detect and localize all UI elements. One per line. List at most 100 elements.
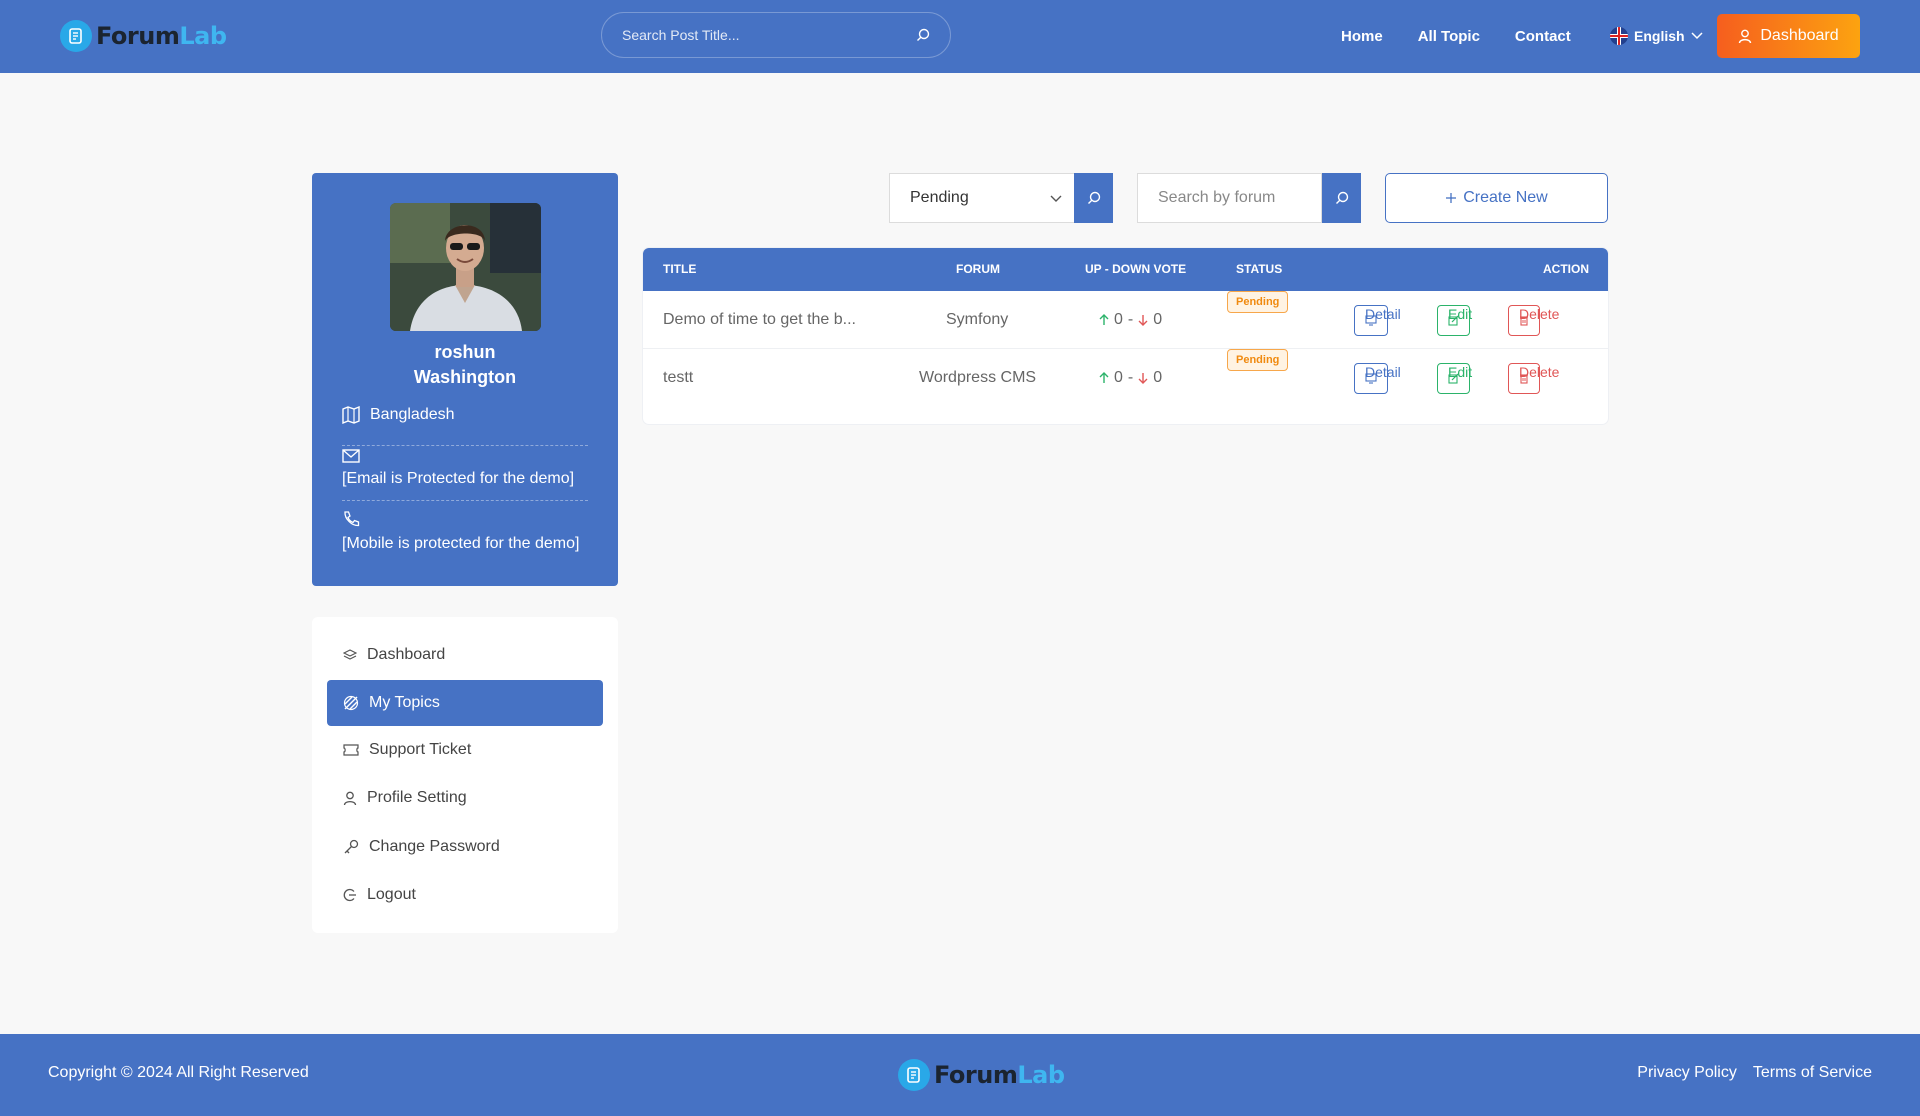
downvote-count: 0 [1153, 369, 1163, 386]
profile-mobile: [Mobile is protected for the demo] [342, 510, 588, 560]
logout-icon [343, 888, 356, 902]
user-icon [1739, 29, 1752, 43]
language-label: English [1634, 28, 1685, 44]
footer-logo[interactable]: ForumLab [898, 1059, 1065, 1091]
ticket-icon [343, 744, 359, 756]
site-footer: Copyright © 2024 All Right Reserved Foru… [0, 1034, 1920, 1116]
topic-votes: 0 - 0 [1099, 291, 1162, 349]
menu-item-profile-setting[interactable]: Profile Setting [327, 775, 603, 821]
nav-contact[interactable]: Contact [1515, 28, 1571, 45]
delete-label: Delete [1519, 306, 1560, 322]
menu-label: Support Ticket [369, 741, 472, 758]
copyright-text: Copyright © 2024 All Right Reserved [48, 1064, 309, 1081]
privacy-policy-link[interactable]: Privacy Policy [1637, 1064, 1737, 1082]
phone-icon [344, 511, 360, 527]
upvote-count: 0 [1114, 369, 1123, 386]
dashboard-menu: Dashboard My Topics Support Ticket Profi… [312, 617, 618, 933]
menu-item-dashboard[interactable]: Dashboard [327, 632, 603, 678]
key-icon [344, 839, 359, 854]
logo-text: ForumLab [934, 1061, 1065, 1089]
delete-button[interactable]: Delete [1508, 305, 1559, 336]
search-icon[interactable] [916, 28, 930, 42]
header-status: STATUS [1236, 262, 1283, 276]
edit-button[interactable]: Edit [1437, 363, 1473, 394]
delete-button[interactable]: Delete [1508, 363, 1559, 394]
topic-votes: 0 - 0 [1099, 349, 1162, 407]
profile-first-name: roshun [434, 342, 496, 362]
upvote-count: 0 [1114, 311, 1123, 328]
topic-forum: Wordpress CMS [919, 369, 1037, 386]
uk-flag-icon [1610, 27, 1628, 45]
logo-text: ForumLab [96, 22, 227, 50]
layers-icon [343, 649, 357, 660]
user-icon [343, 791, 357, 805]
nav-home[interactable]: Home [1341, 28, 1383, 45]
header-search [601, 12, 951, 58]
profile-country: Bangladesh [342, 406, 588, 446]
menu-item-my-topics[interactable]: My Topics [327, 680, 603, 726]
email-text: [Email is Protected for the demo] [342, 470, 575, 487]
status-filter-value: Pending [910, 189, 969, 206]
terms-of-service-link[interactable]: Terms of Service [1753, 1064, 1872, 1082]
search-icon [1087, 191, 1100, 204]
menu-label: Dashboard [367, 646, 446, 663]
footer-links: Privacy Policy Terms of Service [1637, 1064, 1872, 1082]
dashboard-button[interactable]: Dashboard [1717, 14, 1860, 58]
forum-search-input[interactable] [1158, 189, 1308, 207]
site-logo[interactable]: ForumLab [60, 20, 227, 52]
nav-all-topic[interactable]: All Topic [1418, 28, 1480, 45]
country-text: Bangladesh [370, 406, 455, 423]
table-row: testt Wordpress CMS 0 - 0 Pending Detail… [643, 349, 1608, 407]
status-filter-select[interactable]: Pending [889, 173, 1075, 223]
forum-search-button[interactable] [1322, 173, 1361, 223]
status-badge: Pending [1227, 291, 1289, 313]
edit-label: Edit [1448, 306, 1473, 322]
topic-title[interactable]: testt [663, 349, 693, 407]
table-header: TITLE FORUM UP - DOWN VOTE STATUS ACTION [643, 248, 1608, 291]
menu-item-logout[interactable]: Logout [327, 872, 603, 918]
create-new-label: Create New [1463, 189, 1548, 206]
profile-email: [Email is Protected for the demo] [342, 449, 588, 501]
header-forum: FORUM [956, 262, 1000, 276]
chevron-down-icon [1050, 195, 1062, 202]
status-filter-search-button[interactable] [1074, 173, 1113, 223]
language-selector[interactable]: English [1610, 23, 1703, 49]
profile-name: roshun Washington [312, 340, 618, 390]
logo-icon [898, 1059, 930, 1091]
edit-label: Edit [1448, 364, 1473, 380]
profile-last-name: Washington [413, 367, 517, 387]
profile-card: roshun Washington Bangladesh [Email is P… [312, 173, 618, 586]
site-header: ForumLab Home All Topic Contact English … [0, 0, 1920, 73]
arrow-up-icon [1099, 314, 1109, 325]
forum-search-box [1137, 173, 1322, 223]
topic-forum: Symfony [946, 311, 1009, 328]
arrow-down-icon [1138, 315, 1148, 326]
topics-table: TITLE FORUM UP - DOWN VOTE STATUS ACTION… [643, 248, 1608, 424]
edit-button[interactable]: Edit [1437, 305, 1473, 336]
vote-separator: - [1127, 369, 1134, 386]
main-nav: Home All Topic Contact [1341, 0, 1606, 73]
menu-label: Change Password [369, 838, 500, 855]
detail-label: Detail [1365, 306, 1401, 322]
avatar [390, 203, 541, 331]
status-badge: Pending [1227, 349, 1289, 371]
menu-label: My Topics [369, 694, 440, 711]
plus-icon [1446, 193, 1457, 203]
vote-separator: - [1127, 311, 1134, 328]
delete-label: Delete [1519, 364, 1560, 380]
map-icon [342, 406, 360, 424]
dashboard-button-label: Dashboard [1760, 27, 1839, 44]
arrow-down-icon [1138, 373, 1148, 384]
mobile-text: [Mobile is protected for the demo] [342, 535, 580, 552]
menu-item-change-password[interactable]: Change Password [327, 824, 603, 870]
table-row: Demo of time to get the b... Symfony 0 -… [643, 291, 1608, 349]
logo-icon [60, 20, 92, 52]
detail-button[interactable]: Detail [1354, 363, 1401, 394]
detail-button[interactable]: Detail [1354, 305, 1401, 336]
arrow-up-icon [1099, 372, 1109, 383]
menu-label: Profile Setting [367, 789, 467, 806]
topic-title[interactable]: Demo of time to get the b... [663, 291, 856, 349]
post-search-input[interactable] [622, 27, 916, 43]
menu-item-support-ticket[interactable]: Support Ticket [327, 727, 603, 773]
create-new-button[interactable]: Create New [1385, 173, 1608, 223]
